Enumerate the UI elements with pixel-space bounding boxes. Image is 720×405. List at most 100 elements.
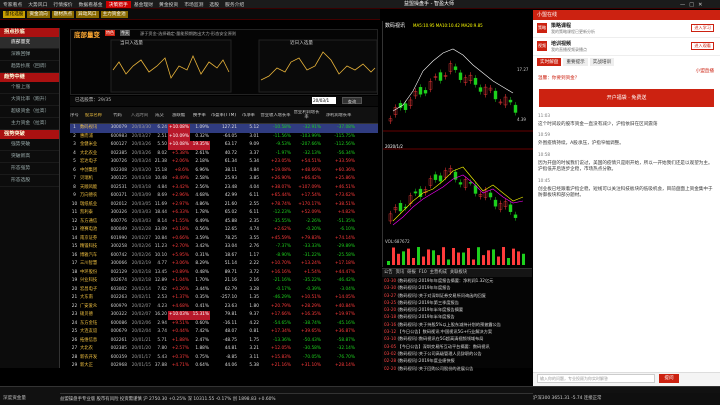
feature-tab[interactable]: 资金流向 <box>27 11 50 18</box>
column-header[interactable]: 净利润增长率 <box>322 113 356 118</box>
column-header[interactable]: 成交 <box>152 113 168 118</box>
date-input[interactable]: 20/03/1 <box>312 97 336 104</box>
table-row[interactable]: 26 拓维信息 002261 20/01/21 5.71 +1.88% 2.47% -48.7… <box>70 337 378 346</box>
table-row[interactable]: 12 东方通信 600776 20/03/03 8.14 +1.55% 6.49% 45.88… <box>70 218 378 227</box>
kline-chart[interactable]: 数码视讯 MA5:10.95 MA10:10.42 MA20:9.85 17.2… <box>383 21 533 267</box>
sidebar-section-title[interactable]: 拐点抄底 <box>0 28 59 37</box>
sidebar-item[interactable]: 大资比率（跑升） <box>0 94 59 106</box>
column-header[interactable]: 市净率 <box>238 113 260 118</box>
sidebar-item[interactable]: 形态强势 <box>0 163 59 175</box>
feature-tab[interactable]: 主力资金池 <box>100 11 128 18</box>
feature-tab[interactable]: 量化选股 <box>3 11 26 18</box>
table-row[interactable]: 4 大北农业 002385 20/03/26 8.02 +5.38% 2.61% 40.72 3… <box>70 150 378 159</box>
table-row[interactable]: 18 中环股份 002129 20/02/18 13.45 +0.89% 0.48% 89.7… <box>70 269 378 278</box>
table-row[interactable]: 10 瑞纸纸业 002012 20/03/05 11.69 +2.97% 4.86% 21.6… <box>70 201 378 210</box>
column-header[interactable]: 序号 <box>70 113 80 118</box>
maximize-icon[interactable]: □ <box>689 2 694 8</box>
table-row[interactable]: 11 凯利泰 300326 20/03/03 18.44 +6.33% 1.78% 65.02… <box>70 209 378 218</box>
table-row[interactable]: 6 中创集团 002308 20/03/20 15.18 +8.6% 6.96% 38.11 4… <box>70 167 378 176</box>
stock-chart-panel[interactable]: 数码视讯 MA5:10.95 MA10:10.42 MA20:9.85 17.2… <box>382 21 533 267</box>
feature-tab[interactable]: 题材热点 <box>51 11 75 18</box>
table-row[interactable]: 23 硕贝德 300322 20/02/07 16.20 +10.03% 15.31% 79.… <box>70 311 378 320</box>
news-tab[interactable]: 研报 <box>407 269 416 277</box>
promo-banner[interactable]: 开户福袋 · 免费送 <box>539 88 714 107</box>
news-item[interactable]: 03-18 (数码视讯):2019年半年度报告 <box>382 313 532 320</box>
top-menu-item[interactable]: 大势风口 <box>25 1 50 8</box>
top-menu-item[interactable]: 专家看点 <box>0 1 25 8</box>
news-item[interactable]: 03-02 (数码视讯):关于公司高级管理人员辞职的公告 <box>382 350 532 357</box>
table-row[interactable]: 20 宏昌电子 603002 20/02/14 7.62 +0.26% 3.44% 62.79… <box>70 286 378 295</box>
sidebar-section-title[interactable]: 趋势中继 <box>0 73 59 82</box>
column-header[interactable]: 营业利润增长率 <box>292 110 322 120</box>
top-menu-item[interactable]: 基金理财 <box>131 1 156 8</box>
column-header[interactable]: 入选时间 <box>128 113 152 118</box>
column-header[interactable]: 换手率 <box>190 113 210 118</box>
table-row[interactable]: 21 大东南 002263 20/02/11 2.53 +1.37% 0.35% -257.1… <box>70 294 378 303</box>
top-menu-item[interactable]: 服务介绍 <box>222 1 247 8</box>
item-button[interactable]: 进入学习 <box>691 24 714 32</box>
ask-button[interactable]: 提问 <box>659 374 679 383</box>
sidebar-item[interactable]: 主力资金（拉高） <box>0 118 59 130</box>
table-row[interactable]: 8 天顺风能 002531 20/03/18 4.84 +3.42% 2.56% 23.48 4… <box>70 184 378 193</box>
sidebar-footer[interactable]: 深度资金量 <box>0 393 60 405</box>
minimize-icon[interactable]: — <box>680 2 685 8</box>
news-tab[interactable]: 关联板块 <box>450 269 467 277</box>
item-button[interactable]: 进入观看 <box>691 42 714 50</box>
top-menu-item[interactable]: 选股 <box>206 1 222 8</box>
news-item[interactable]: 03-16 (数码视讯):关于持股5%以上股东减持计划的预披露公告 <box>382 321 532 328</box>
table-row[interactable]: 2 惠而浦 600983 20/03/27 2.51 +10.09% 0.32% -64.05… <box>70 132 378 141</box>
table-row[interactable]: 3 金健米业 600127 20/03/26 5.50 +10.08% 19.35% 63.1… <box>70 141 378 150</box>
advisor-item[interactable]: 视频 培训视频 我的直播视频录播点 进入观看 <box>533 38 720 56</box>
table-row[interactable]: 28 新农开发 600359 20/01/17 5.43 +0.37% 0.75% -8.85… <box>70 354 378 363</box>
news-tab[interactable]: F10 <box>419 269 427 277</box>
news-item[interactable]: 03-30 (数码视讯):2019年年度报告 <box>382 284 532 291</box>
sidebar-item[interactable]: 超级资金（拉高） <box>0 106 59 118</box>
news-item[interactable]: 02-28 (数码视讯):2019年度业绩快报 <box>382 357 532 364</box>
feature-tab[interactable]: 异动风口 <box>76 11 99 18</box>
news-tab[interactable]: 主营构成 <box>430 269 447 277</box>
advisor-tab[interactable]: 重要提示 <box>563 58 588 66</box>
top-menu-item[interactable]: 市场监测 <box>181 1 206 8</box>
table-row[interactable]: 27 大北农 002385 20/01/20 7.80 +2.57% 1.88% 44.81 3… <box>70 345 378 354</box>
column-header[interactable]: 股票名称 <box>80 113 108 118</box>
table-row[interactable]: 24 东方金钰 600086 20/02/06 2.94 +9.51% 0.60% -16.1… <box>70 320 378 329</box>
top-menu-item[interactable]: 黄金投资 <box>156 1 181 8</box>
close-icon[interactable]: ✕ <box>698 2 702 8</box>
news-tab[interactable]: 资讯 <box>396 269 405 277</box>
news-item[interactable]: 03-25 (数码视讯):2019年第三季度报告 <box>382 299 532 306</box>
sidebar-item[interactable]: 底部量变 <box>0 37 59 49</box>
column-header[interactable]: 营业收入增长率 <box>260 113 292 118</box>
news-tab[interactable]: 公告 <box>384 269 393 277</box>
top-menu-item[interactable]: 数据看基金 <box>76 1 106 8</box>
table-row[interactable]: 1 数码视讯 300079 20/03/30 6.24 +10.08% 1.09% 127.2… <box>70 124 378 133</box>
top-menu-item[interactable]: 行情报价 <box>50 1 75 8</box>
table-row[interactable]: 16 博雅汽车 600742 20/02/26 10.10 +5.95% 0.31% 18.6… <box>70 252 378 261</box>
sidebar-section-title[interactable]: 强势突破 <box>0 130 59 139</box>
table-row[interactable]: 5 宏达电子 300726 20/03/24 21.38 +2.06% 2.18% 61.34… <box>70 158 378 167</box>
sidebar-item[interactable]: 深跌回弹 <box>0 49 59 61</box>
table-row[interactable]: 14 南京证券 601990 20/02/27 10.84 +0.66% 3.59% 78.2… <box>70 235 378 244</box>
news-item[interactable]: 03-05 【今日公告】深圳交易所互动平台摘要：数码视讯 <box>382 343 532 350</box>
sidebar-item[interactable]: 趋势抄底（回调） <box>0 61 59 73</box>
column-header[interactable]: 市盈率(TTM) <box>210 113 238 118</box>
table-row[interactable]: 15 精锻科技 300258 20/02/26 11.23 +2.70% 3.42% 33.0… <box>70 243 378 252</box>
table-row[interactable]: 19 兴业科技 002674 20/02/18 12.89 +1.04% 1.70% 21.1… <box>70 277 378 286</box>
question-input[interactable]: 输入你的问题，专业投顾为你实时解答 <box>537 374 655 383</box>
news-item[interactable]: 02-20 (数码视讯):关于回购公司股份的进展公告 <box>382 365 532 372</box>
news-item[interactable]: 03-20 (数码视讯):2019年半年度报告摘要 <box>382 306 532 313</box>
sidebar-item[interactable]: 突破新高 <box>0 151 59 163</box>
column-header[interactable]: 涨跌幅 <box>168 113 190 118</box>
table-row[interactable]: 25 大连友谊 000679 20/02/04 3.74 +0.44% 7.42% 48.07… <box>70 328 378 337</box>
advisor-item[interactable]: 策略 策略课程 我的策略课程已更新分析 进入学习 <box>533 20 720 38</box>
news-item[interactable]: 03-30 (数码视讯):2019年年度报告摘要：净利润1.32亿元 <box>382 277 532 284</box>
advisor-tab[interactable]: 实时解盘 <box>537 58 562 66</box>
query-button[interactable]: 查询 <box>342 97 362 104</box>
table-row[interactable]: 9 万向德农 600371 20/03/09 8.69 +2.96% 4.68% 42.99 6… <box>70 192 378 201</box>
sidebar-item[interactable]: 形态选股 <box>0 175 59 187</box>
news-item[interactable]: 03-27 (数码视讯):关于对深圳证券交易所问询函的回复 <box>382 292 532 299</box>
top-menu-item[interactable]: 决策猎手 <box>105 1 131 8</box>
sidebar-item[interactable]: 强势突破 <box>0 139 59 151</box>
table-row[interactable]: 17 三川智慧 300066 20/02/19 4.77 +3.06% 8.29% 51.14… <box>70 260 378 269</box>
column-header[interactable]: 代码 <box>108 113 128 118</box>
table-row[interactable]: 29 新大正 002968 20/01/15 37.88 +4.71% 0.64% 44.06… <box>70 362 378 371</box>
